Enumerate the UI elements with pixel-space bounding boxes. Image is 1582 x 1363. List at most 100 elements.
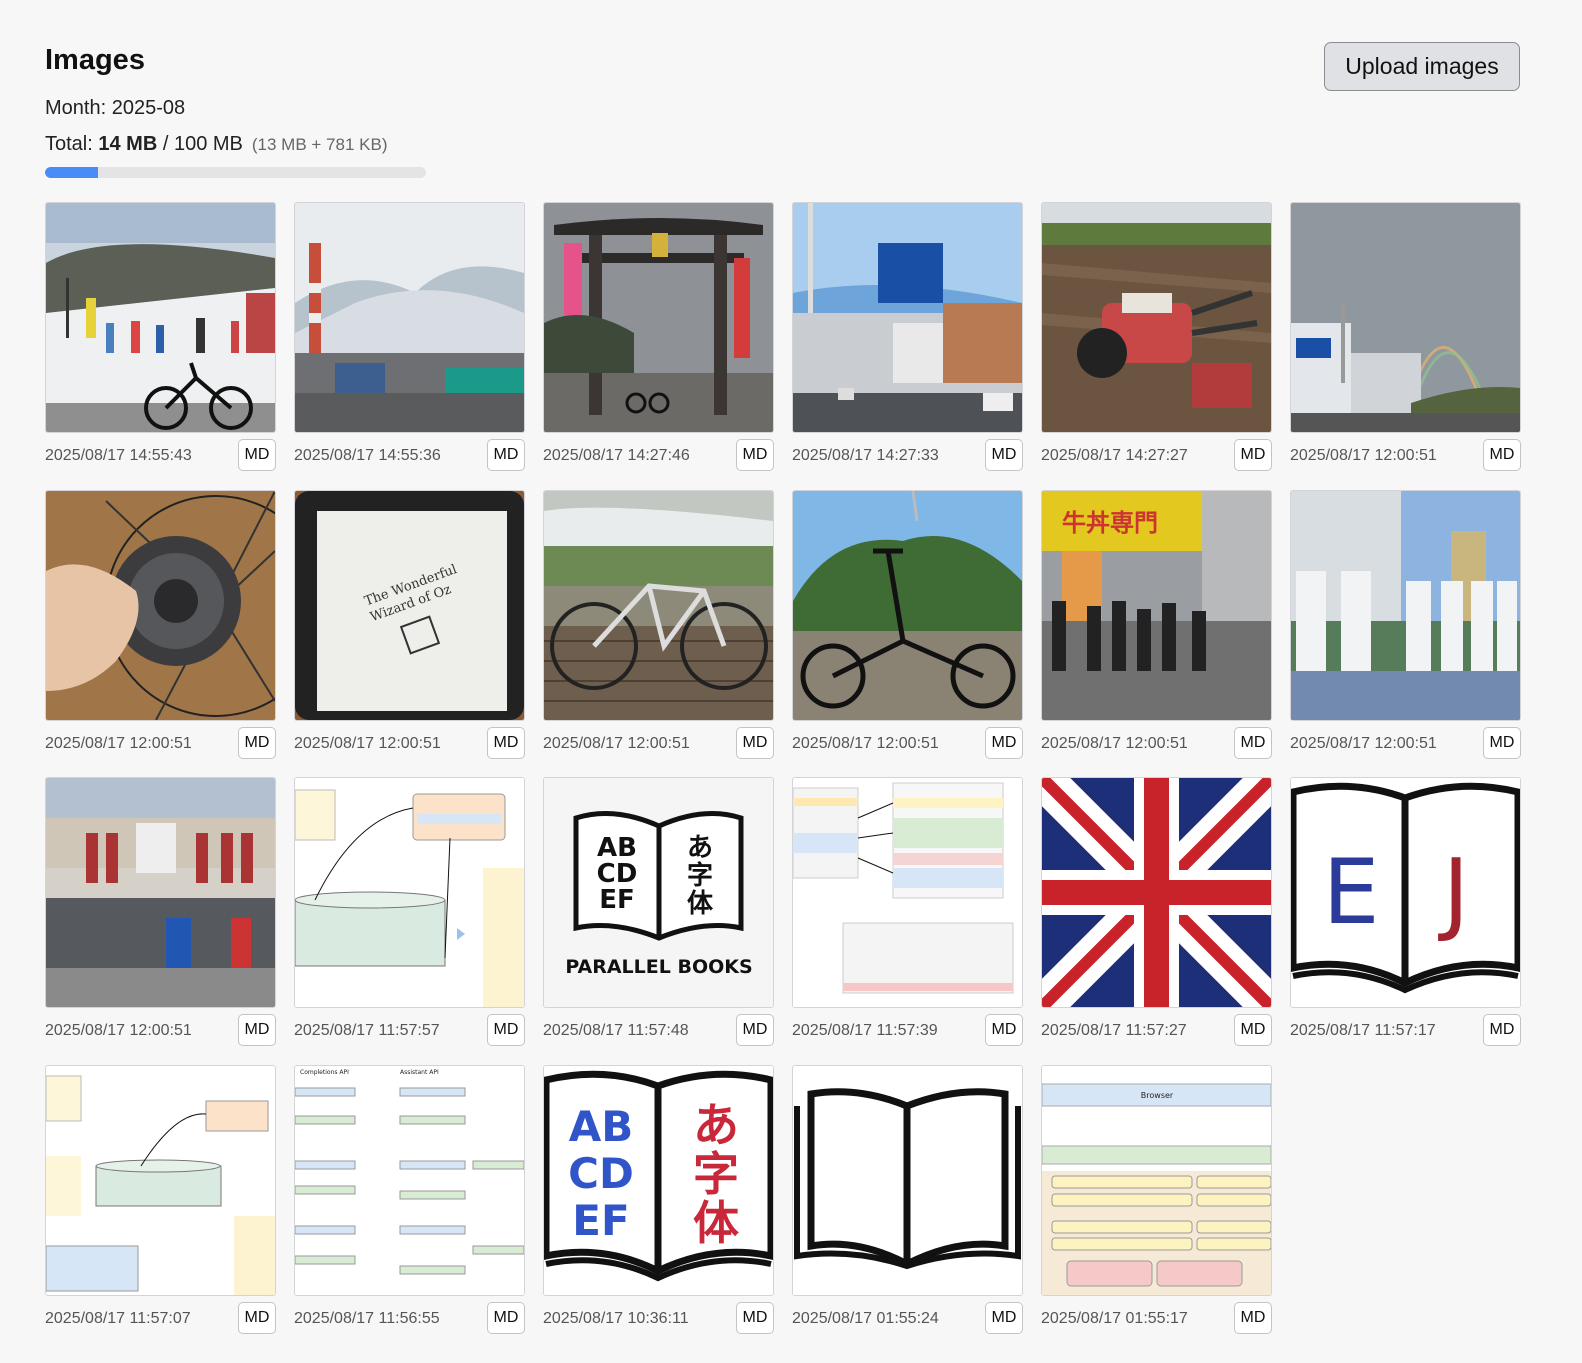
copy-markdown-button[interactable]: MD xyxy=(736,439,774,471)
image-timestamp: 2025/08/17 11:57:57 xyxy=(294,1022,440,1039)
image-thumbnail[interactable]: AB CD EF あ字体 xyxy=(543,1065,774,1296)
image-meta: 2025/08/17 11:57:07 MD xyxy=(45,1302,276,1334)
image-card[interactable]: 2025/08/17 12:00:51 MD xyxy=(792,490,1023,759)
image-thumbnail[interactable] xyxy=(543,490,774,721)
image-thumbnail[interactable]: The Wonderful Wizard of Oz xyxy=(294,490,525,721)
image-card[interactable]: The Wonderful Wizard of Oz 2025/08/17 12:0… xyxy=(294,490,525,759)
image-thumbnail[interactable] xyxy=(294,777,525,1008)
image-thumbnail[interactable] xyxy=(792,490,1023,721)
image-meta: 2025/08/17 12:00:51 MD xyxy=(45,727,276,759)
image-thumbnail[interactable] xyxy=(792,202,1023,433)
image-timestamp: 2025/08/17 01:55:24 xyxy=(792,1310,939,1327)
image-card[interactable]: Completions API Assistant API 2025/08/17 1… xyxy=(294,1065,525,1334)
image-thumbnail[interactable] xyxy=(294,202,525,433)
image-card[interactable]: 2025/08/17 11:57:39 MD xyxy=(792,777,1023,1046)
image-card[interactable]: 2025/08/17 14:27:46 MD xyxy=(543,202,774,471)
copy-markdown-button[interactable]: MD xyxy=(985,1014,1023,1046)
copy-markdown-button[interactable]: MD xyxy=(487,727,525,759)
image-card[interactable]: 2025/08/17 12:00:51 MD xyxy=(45,777,276,1046)
copy-markdown-button[interactable]: MD xyxy=(238,1014,276,1046)
image-timestamp: 2025/08/17 12:00:51 xyxy=(1290,447,1437,464)
copy-markdown-button[interactable]: MD xyxy=(487,439,525,471)
image-card[interactable]: 2025/08/17 14:55:43 MD xyxy=(45,202,276,471)
svg-text:CD: CD xyxy=(568,1149,634,1198)
image-card[interactable]: 2025/08/17 14:55:36 MD xyxy=(294,202,525,471)
copy-markdown-button[interactable]: MD xyxy=(1483,1014,1521,1046)
image-card[interactable]: 牛丼専門 2025/08/17 12:00:51 MD xyxy=(1041,490,1272,759)
image-card[interactable]: 2025/08/17 12:00:51 MD xyxy=(45,490,276,759)
svg-text:Completions API: Completions API xyxy=(300,1069,349,1076)
image-thumbnail[interactable] xyxy=(45,202,276,433)
image-meta: 2025/08/17 10:36:11 MD xyxy=(543,1302,774,1334)
image-thumbnail[interactable] xyxy=(792,777,1023,1008)
image-card[interactable]: 2025/08/17 01:55:24 MD xyxy=(792,1065,1023,1334)
image-thumbnail[interactable] xyxy=(1041,777,1272,1008)
thumbnail-torii-gate-bike-photo xyxy=(544,203,773,432)
image-thumbnail[interactable] xyxy=(1290,202,1521,433)
copy-markdown-button[interactable]: MD xyxy=(1234,439,1272,471)
svg-text:Browser: Browser xyxy=(1141,1091,1174,1100)
thumbnail-union-jack-flag xyxy=(1042,778,1271,1007)
image-thumbnail[interactable]: Browser xyxy=(1041,1065,1272,1296)
image-timestamp: 2025/08/17 14:27:27 xyxy=(1041,447,1188,464)
image-timestamp: 2025/08/17 12:00:51 xyxy=(543,735,690,752)
image-card[interactable]: 2025/08/17 11:57:57 MD xyxy=(294,777,525,1046)
image-timestamp: 2025/08/17 14:27:33 xyxy=(792,447,939,464)
image-card[interactable]: E J 2025/08/17 11:57:17 MD xyxy=(1290,777,1521,1046)
image-thumbnail[interactable] xyxy=(543,202,774,433)
copy-markdown-button[interactable]: MD xyxy=(985,1302,1023,1334)
image-meta: 2025/08/17 11:56:55 MD xyxy=(294,1302,525,1334)
thumbnail-chat-api-comparison-screenshot: Completions API Assistant API xyxy=(295,1066,524,1295)
copy-markdown-button[interactable]: MD xyxy=(487,1014,525,1046)
image-card[interactable]: 2025/08/17 11:57:27 MD xyxy=(1041,777,1272,1046)
image-thumbnail[interactable] xyxy=(45,1065,276,1296)
copy-markdown-button[interactable]: MD xyxy=(1234,1302,1272,1334)
image-thumbnail[interactable]: EJ xyxy=(1290,777,1521,1008)
image-thumbnail[interactable]: AB CD EF あ字体 PARALLEL BOOKS xyxy=(543,777,774,1008)
image-thumbnail[interactable] xyxy=(45,490,276,721)
image-meta: 2025/08/17 14:27:46 MD xyxy=(543,439,774,471)
image-thumbnail[interactable] xyxy=(45,777,276,1008)
image-timestamp: 2025/08/17 11:57:48 xyxy=(543,1022,689,1039)
image-thumbnail[interactable] xyxy=(792,1065,1023,1296)
image-thumbnail[interactable] xyxy=(1290,490,1521,721)
image-card[interactable]: AB CD EF あ字体 2025/08/17 10:36:11 MD xyxy=(543,1065,774,1334)
image-card[interactable]: 2025/08/17 12:00:51 MD xyxy=(543,490,774,759)
image-card[interactable]: 2025/08/17 12:00:51 MD xyxy=(1290,490,1521,759)
copy-markdown-button[interactable]: MD xyxy=(1234,1014,1272,1046)
image-card[interactable]: 2025/08/17 12:00:51 MD xyxy=(1290,202,1521,471)
copy-markdown-button[interactable]: MD xyxy=(985,727,1023,759)
svg-text:体: 体 xyxy=(687,889,714,919)
storage-total: Total: 14 MB / 100 MB (13 MB + 781 KB) xyxy=(45,133,387,156)
thumbnail-restaurant-queue-photo: 牛丼専門 xyxy=(1042,491,1271,720)
copy-markdown-button[interactable]: MD xyxy=(1234,727,1272,759)
image-timestamp: 2025/08/17 14:55:36 xyxy=(294,447,441,464)
image-thumbnail[interactable]: Completions API Assistant API xyxy=(294,1065,525,1296)
copy-markdown-button[interactable]: MD xyxy=(736,1302,774,1334)
copy-markdown-button[interactable]: MD xyxy=(736,727,774,759)
upload-images-button[interactable]: Upload images xyxy=(1324,42,1520,91)
image-thumbnail[interactable] xyxy=(1041,202,1272,433)
image-meta: 2025/08/17 11:57:57 MD xyxy=(294,1014,525,1046)
image-timestamp: 2025/08/17 11:57:27 xyxy=(1041,1022,1187,1039)
image-card[interactable]: AB CD EF あ字体 PARALLEL BOOKS 2025/08/17 11:57:… xyxy=(543,777,774,1046)
image-meta: 2025/08/17 12:00:51 MD xyxy=(294,727,525,759)
image-card[interactable]: 2025/08/17 14:27:27 MD xyxy=(1041,202,1272,471)
image-timestamp: 2025/08/17 12:00:51 xyxy=(45,735,192,752)
image-thumbnail[interactable]: 牛丼専門 xyxy=(1041,490,1272,721)
copy-markdown-button[interactable]: MD xyxy=(238,1302,276,1334)
image-card[interactable]: Browser 2025/08/17 01:55:17 MD xyxy=(1041,1065,1272,1334)
thumbnail-open-book-e-j-icon: EJ xyxy=(1291,778,1520,1007)
image-card[interactable]: 2025/08/17 11:57:07 MD xyxy=(45,1065,276,1334)
thumbnail-udon-shop-storefront-photo xyxy=(46,778,275,1007)
copy-markdown-button[interactable]: MD xyxy=(1483,439,1521,471)
copy-markdown-button[interactable]: MD xyxy=(736,1014,774,1046)
image-card[interactable]: 2025/08/17 14:27:33 MD xyxy=(792,202,1023,471)
image-timestamp: 2025/08/17 11:57:39 xyxy=(792,1022,938,1039)
copy-markdown-button[interactable]: MD xyxy=(238,439,276,471)
copy-markdown-button[interactable]: MD xyxy=(487,1302,525,1334)
copy-markdown-button[interactable]: MD xyxy=(238,727,276,759)
svg-text:PARALLEL BOOKS: PARALLEL BOOKS xyxy=(565,956,752,978)
copy-markdown-button[interactable]: MD xyxy=(985,439,1023,471)
copy-markdown-button[interactable]: MD xyxy=(1483,727,1521,759)
